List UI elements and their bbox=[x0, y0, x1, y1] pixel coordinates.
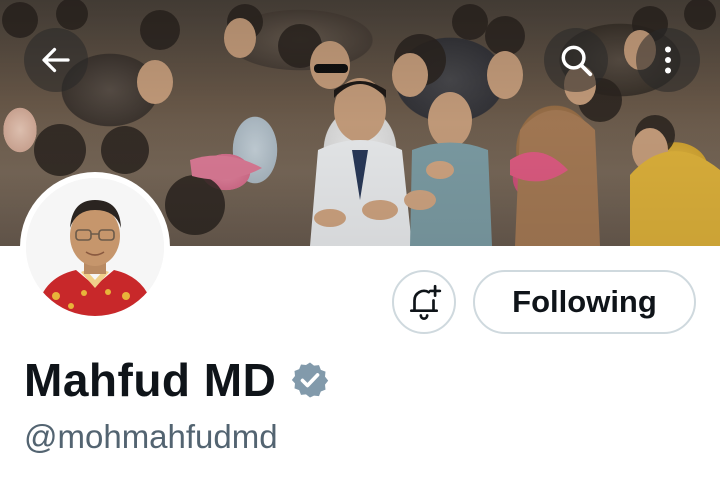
more-vertical-icon bbox=[665, 46, 671, 74]
profile-page: Following Mahfud MD @mohmahfudmd bbox=[0, 0, 720, 478]
profile-handle: @mohmahfudmd bbox=[24, 418, 278, 455]
search-icon bbox=[561, 45, 593, 77]
avatar-photo bbox=[26, 178, 164, 316]
profile-avatar[interactable] bbox=[20, 172, 170, 322]
display-name: Mahfud MD bbox=[24, 354, 277, 406]
following-button[interactable]: Following bbox=[473, 270, 696, 334]
profile-name-row: Mahfud MD bbox=[24, 350, 330, 410]
verified-badge-icon[interactable] bbox=[290, 360, 330, 400]
person-portrait bbox=[26, 178, 164, 316]
bell-plus-icon bbox=[409, 284, 442, 320]
back-button[interactable] bbox=[24, 28, 88, 92]
more-options-button[interactable] bbox=[636, 28, 700, 92]
arrow-left-icon bbox=[42, 47, 70, 73]
notification-bell-button[interactable] bbox=[392, 270, 456, 334]
search-button[interactable] bbox=[544, 28, 608, 92]
